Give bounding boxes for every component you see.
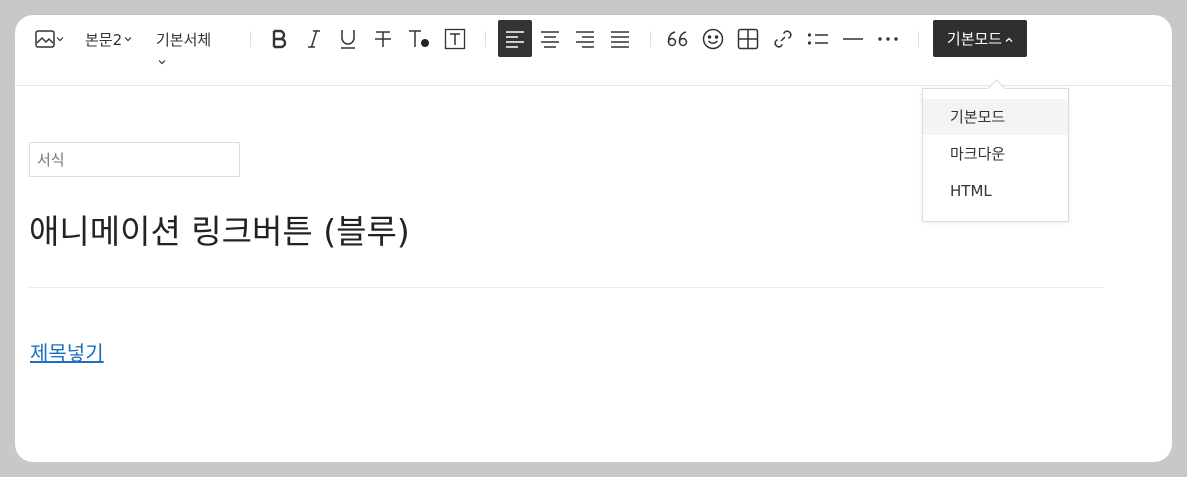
quote-button[interactable]	[666, 27, 690, 51]
italic-icon	[305, 29, 323, 49]
toolbar-separator	[250, 31, 251, 47]
content-link[interactable]: 제목넣기	[30, 337, 104, 366]
table-icon	[737, 28, 759, 50]
bold-button[interactable]	[267, 27, 291, 51]
toolbar-separator	[650, 31, 651, 47]
emoji-icon	[702, 28, 724, 50]
text-background-button[interactable]	[443, 27, 467, 51]
image-icon	[34, 28, 56, 50]
strikethrough-button[interactable]	[371, 27, 395, 51]
chevron-down-icon	[56, 35, 64, 43]
editor-mode-dropdown: 기본모드 마크다운 HTML	[922, 88, 1069, 222]
mode-option-label: 기본모드	[950, 108, 1006, 126]
horizontal-rule-icon	[842, 36, 864, 42]
italic-button[interactable]	[302, 27, 326, 51]
text-background-icon	[444, 28, 466, 50]
text-color-icon	[407, 28, 431, 50]
font-family-select[interactable]: 기본서체	[156, 27, 211, 51]
emoji-button[interactable]	[701, 27, 725, 51]
align-justify-icon	[610, 30, 630, 48]
align-justify-button[interactable]	[608, 27, 632, 51]
mode-option-label: 마크다운	[950, 145, 1006, 163]
editor-mode-label: 기본모드	[946, 30, 1003, 48]
horizontal-rule-button[interactable]	[841, 27, 865, 51]
paragraph-style-select[interactable]: 본문2	[85, 27, 132, 51]
align-left-button[interactable]	[498, 20, 532, 57]
paragraph-style-label: 본문2	[85, 30, 123, 49]
chevron-down-icon	[158, 51, 166, 70]
chevron-down-icon	[124, 35, 132, 43]
font-family-label: 기본서체	[156, 30, 212, 49]
more-icon	[877, 36, 899, 42]
insert-image-button[interactable]	[31, 27, 67, 51]
underline-button[interactable]	[336, 27, 360, 51]
bullet-list-button[interactable]	[806, 27, 830, 51]
editor-panel: 본문2 기본서체 기본모드 기본모드 마크다운 HTML 서식 애니메이션 링크…	[15, 15, 1172, 462]
editor-toolbar: 본문2 기본서체 기본모드	[15, 15, 1172, 86]
mode-option-markdown[interactable]: 마크다운	[923, 136, 1068, 172]
chevron-up-icon	[1005, 30, 1013, 48]
toolbar-separator	[485, 31, 486, 47]
more-button[interactable]	[876, 27, 900, 51]
align-right-icon	[575, 30, 595, 48]
align-left-icon	[505, 30, 525, 48]
table-button[interactable]	[736, 27, 760, 51]
bold-icon	[270, 29, 288, 49]
underline-icon	[338, 28, 358, 50]
align-center-icon	[540, 30, 560, 48]
text-color-button[interactable]	[406, 27, 432, 51]
link-icon	[772, 28, 794, 50]
mode-option-html[interactable]: HTML	[923, 173, 1068, 209]
quote-icon	[667, 30, 689, 48]
mode-option-label: HTML	[950, 182, 992, 200]
editor-mode-button[interactable]: 기본모드	[933, 20, 1027, 57]
bullet-list-icon	[807, 30, 829, 48]
align-right-button[interactable]	[573, 27, 597, 51]
toolbar-separator	[918, 31, 919, 47]
post-title[interactable]: 애니메이션 링크버튼 (블루)	[29, 205, 410, 253]
link-button[interactable]	[771, 27, 795, 51]
mode-option-basic[interactable]: 기본모드	[923, 99, 1068, 135]
strikethrough-icon	[373, 29, 393, 49]
title-divider	[29, 287, 1104, 288]
style-input[interactable]	[29, 142, 240, 177]
align-center-button[interactable]	[538, 27, 562, 51]
